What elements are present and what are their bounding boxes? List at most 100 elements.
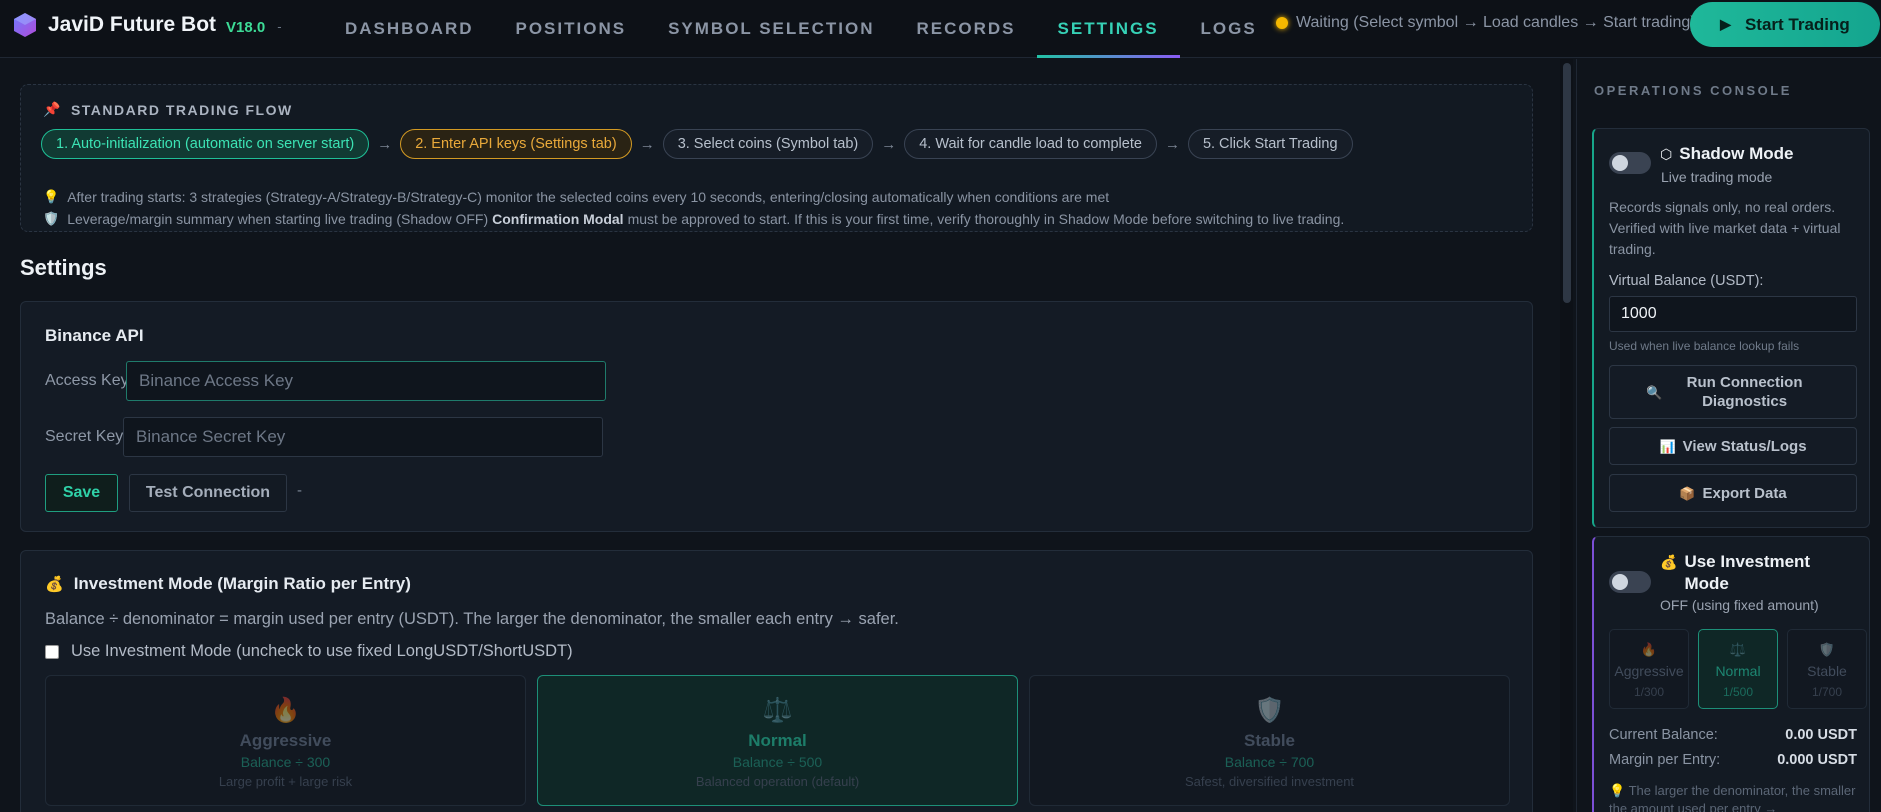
flow-note-1-text: After trading starts: 3 strategies (Stra… bbox=[67, 189, 1110, 205]
save-button[interactable]: Save bbox=[45, 474, 118, 512]
money-bag-icon: 💰 bbox=[45, 576, 64, 593]
mode-description: Safest, diversified investment bbox=[1184, 774, 1355, 789]
mini-mode-aggressive[interactable]: 🔥 Aggressive 1/300 bbox=[1609, 629, 1689, 709]
tab-symbol-selection[interactable]: SYMBOL SELECTION bbox=[647, 0, 895, 58]
mode-option-aggressive[interactable]: 🔥 Aggressive Balance ÷ 300 Large profit … bbox=[45, 675, 526, 806]
investment-card-title: 💰 Investment Mode (Margin Ratio per Entr… bbox=[45, 574, 411, 594]
shadow-mode-title-text: Shadow Mode bbox=[1679, 144, 1794, 163]
flow-title: 📌 STANDARD TRADING FLOW bbox=[43, 101, 293, 118]
virtual-balance-label: Virtual Balance (USDT): bbox=[1609, 273, 1764, 289]
virtual-balance-input[interactable] bbox=[1609, 296, 1857, 332]
investment-mode-toggle[interactable] bbox=[1609, 571, 1651, 593]
version-suffix: - bbox=[277, 19, 282, 34]
investment-note: 💡 The larger the denominator, the smalle… bbox=[1609, 782, 1859, 812]
investment-note-text: The larger the denominator, the smaller … bbox=[1609, 783, 1856, 812]
flow-arrow: → bbox=[1164, 135, 1180, 153]
investment-card-title-text: Investment Mode (Margin Ratio per Entry) bbox=[73, 574, 411, 593]
binance-api-card: Binance API Access Key Secret Key Save T… bbox=[20, 301, 1533, 532]
main-scrollbar[interactable] bbox=[1560, 59, 1573, 812]
pin-icon: 📌 bbox=[43, 101, 62, 117]
mini-mode-ratio: 1/700 bbox=[1811, 685, 1843, 699]
scrollbar-thumb[interactable] bbox=[1563, 63, 1571, 303]
magnifier-icon: 🔍 bbox=[1646, 384, 1663, 400]
flow-note-strategies: 💡 After trading starts: 3 strategies (St… bbox=[43, 189, 1109, 205]
view-logs-button[interactable]: 📊 View Status/Logs bbox=[1609, 427, 1857, 465]
flow-step-5: 5. Click Start Trading bbox=[1187, 129, 1353, 159]
shield-icon: 🛡️ bbox=[1818, 642, 1836, 657]
mode-option-stable[interactable]: 🛡️ Stable Balance ÷ 700 Safest, diversif… bbox=[1029, 675, 1510, 806]
use-investment-checkbox-row[interactable]: Use Investment Mode (uncheck to use fixe… bbox=[45, 642, 573, 661]
play-icon: ▶ bbox=[1720, 16, 1731, 32]
main-content: 📌 STANDARD TRADING FLOW 1. Auto-initiali… bbox=[0, 59, 1553, 812]
shield-icon: 🛡️ bbox=[43, 211, 60, 226]
run-diagnostics-label: Run Connection Diagnostics bbox=[1686, 374, 1803, 410]
hexagon-icon: ⬡ bbox=[1660, 146, 1673, 162]
flow-step-3: 3. Select coins (Symbol tab) bbox=[662, 129, 874, 159]
view-logs-label: View Status/Logs bbox=[1682, 437, 1807, 455]
mode-description: Large profit + large risk bbox=[218, 774, 353, 789]
export-data-label: Export Data bbox=[1702, 484, 1787, 502]
current-balance-row: Current Balance: 0.00 USDT bbox=[1609, 727, 1857, 743]
tab-settings[interactable]: SETTINGS bbox=[1036, 0, 1180, 58]
shadow-mode-toggle[interactable] bbox=[1609, 152, 1651, 174]
current-balance-label: Current Balance: bbox=[1609, 727, 1718, 743]
secret-key-input[interactable] bbox=[123, 417, 603, 457]
mini-mode-name: Aggressive bbox=[1614, 663, 1684, 679]
flow-arrow: → bbox=[377, 135, 393, 153]
bot-status: Waiting (Select symbol → Load candles → … bbox=[1276, 14, 1696, 32]
access-key-input[interactable] bbox=[126, 361, 606, 401]
mini-mode-stable[interactable]: 🛡️ Stable 1/700 bbox=[1787, 629, 1867, 709]
tab-dashboard[interactable]: DASHBOARD bbox=[324, 0, 495, 58]
tab-records[interactable]: RECORDS bbox=[896, 0, 1037, 58]
investment-description: Balance ÷ denominator = margin used per … bbox=[45, 610, 899, 628]
run-diagnostics-button[interactable]: 🔍 Run Connection Diagnostics bbox=[1609, 365, 1857, 419]
use-investment-checkbox[interactable] bbox=[45, 644, 59, 659]
mode-description: Balanced operation (default) bbox=[695, 774, 860, 789]
api-card-title: Binance API bbox=[45, 326, 144, 345]
top-bar: JaviD Future Bot V18.0 - DASHBOARD POSIT… bbox=[0, 0, 1881, 58]
tab-logs[interactable]: LOGS bbox=[1180, 0, 1278, 58]
hexagon-cube-icon bbox=[14, 13, 36, 37]
mini-mode-normal[interactable]: ⚖️ Normal 1/500 bbox=[1698, 629, 1778, 709]
mini-mode-ratio: 1/500 bbox=[1722, 685, 1754, 699]
mode-ratio: Balance ÷ 300 bbox=[240, 754, 331, 770]
shadow-mode-description: Records signals only, no real orders. Ve… bbox=[1609, 199, 1841, 257]
investment-mode-title-text: Use Investment Mode bbox=[1684, 552, 1811, 593]
scales-icon: ⚖️ bbox=[1729, 642, 1747, 657]
flow-step-1: 1. Auto-initialization (automatic on ser… bbox=[41, 129, 370, 159]
bar-chart-icon: 📊 bbox=[1659, 438, 1676, 454]
console-title: OPERATIONS CONSOLE bbox=[1594, 83, 1792, 98]
mode-ratio: Balance ÷ 700 bbox=[1224, 754, 1315, 770]
brand[interactable]: JaviD Future Bot V18.0 - bbox=[12, 12, 282, 38]
flow-arrow: → bbox=[639, 135, 655, 153]
flow-note-2-bold: Confirmation Modal bbox=[492, 211, 624, 227]
status-dot-icon bbox=[1276, 17, 1288, 29]
shadow-mode-subtitle: Live trading mode bbox=[1661, 169, 1773, 185]
investment-mode-card: 💰 Investment Mode (Margin Ratio per Entr… bbox=[20, 550, 1533, 812]
flow-note-2-post: must be approved to start. If this is yo… bbox=[627, 211, 1345, 227]
connection-status: - bbox=[297, 482, 302, 499]
flow-steps: 1. Auto-initialization (automatic on ser… bbox=[41, 129, 1353, 159]
export-data-button[interactable]: 📦 Export Data bbox=[1609, 474, 1857, 512]
flow-step-4: 4. Wait for candle load to complete bbox=[904, 129, 1157, 159]
main-nav: DASHBOARD POSITIONS SYMBOL SELECTION REC… bbox=[324, 0, 1278, 58]
investment-mode-subtitle: OFF (using fixed amount) bbox=[1660, 597, 1819, 613]
use-investment-checkbox-label: Use Investment Mode (uncheck to use fixe… bbox=[71, 642, 573, 660]
access-key-label: Access Key bbox=[45, 372, 129, 389]
investment-mode-panel: 💰 Use Investment Mode OFF (using fixed a… bbox=[1592, 536, 1870, 812]
current-balance-value: 0.00 USDT bbox=[1785, 727, 1857, 743]
tab-positions[interactable]: POSITIONS bbox=[495, 0, 648, 58]
mode-option-normal[interactable]: ⚖️ Normal Balance ÷ 500 Balanced operati… bbox=[537, 675, 1018, 806]
flame-icon: 🔥 bbox=[1640, 642, 1658, 657]
app-name: JaviD Future Bot bbox=[48, 13, 217, 36]
mode-name: Normal bbox=[748, 731, 807, 750]
flow-step-2: 2. Enter API keys (Settings tab) bbox=[400, 129, 632, 159]
mini-mode-name: Stable bbox=[1807, 663, 1847, 679]
margin-per-entry-value: 0.000 USDT bbox=[1777, 752, 1857, 768]
test-connection-button[interactable]: Test Connection bbox=[129, 474, 287, 512]
start-trading-button[interactable]: ▶ Start Trading bbox=[1690, 2, 1880, 47]
mode-name: Stable bbox=[1243, 731, 1296, 750]
shadow-mode-title: ⬡ Shadow Mode bbox=[1660, 143, 1794, 165]
lightbulb-icon: 💡 bbox=[1609, 783, 1626, 798]
flow-note-confirmation: 🛡️ Leverage/margin summary when starting… bbox=[43, 211, 1344, 227]
